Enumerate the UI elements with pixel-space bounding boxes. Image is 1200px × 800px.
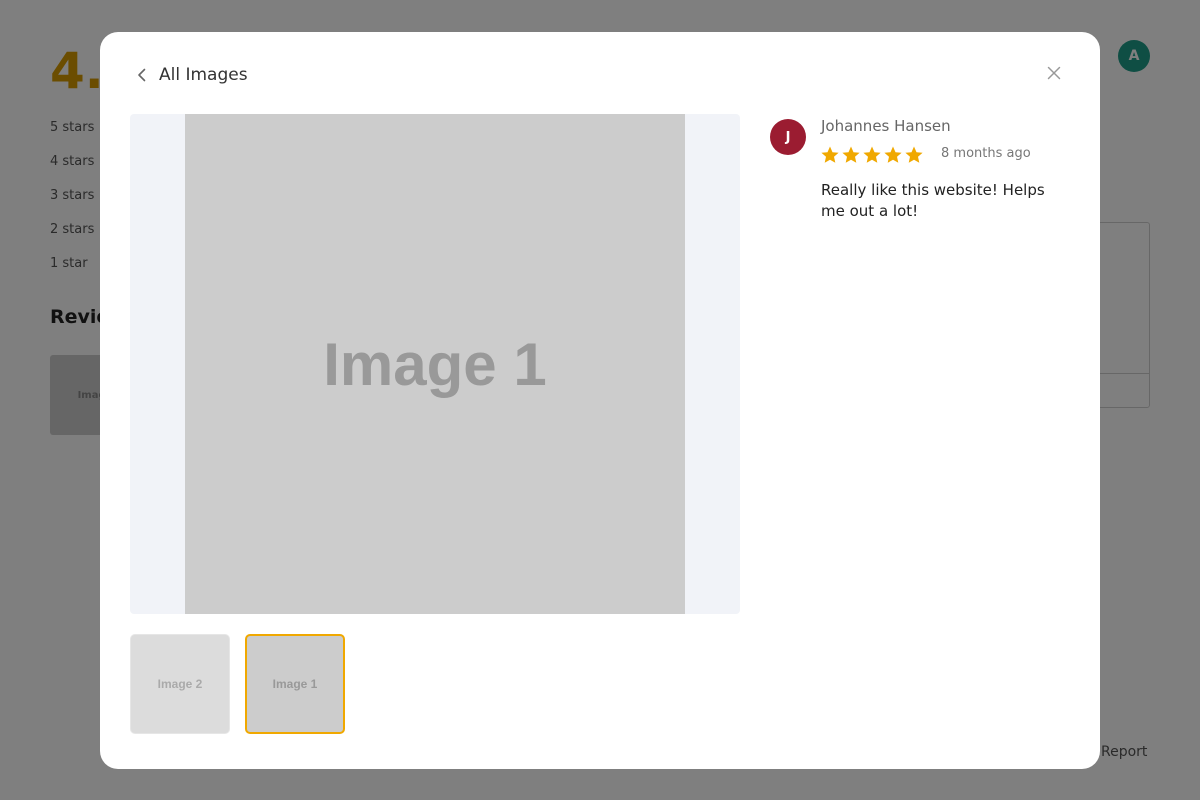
review-date: 8 months ago <box>941 146 1031 161</box>
reviewer-name: Johannes Hansen <box>821 117 951 135</box>
thumbnail-strip: Image 2 Image 1 <box>130 634 360 734</box>
star-rating <box>820 145 925 165</box>
star-icon <box>863 146 881 163</box>
thumbnail-label: Image 1 <box>272 677 318 691</box>
thumbnail-label: Image 2 <box>157 677 203 691</box>
back-button-label: All Images <box>159 65 248 85</box>
star-icon <box>884 146 902 163</box>
star-icon <box>905 146 923 163</box>
image-viewer: Image 1 <box>130 114 740 614</box>
thumbnail-image-1-selected[interactable]: Image 1 <box>245 634 345 734</box>
review-text: Really like this website! Helps me out a… <box>821 181 1045 220</box>
back-to-all-images-button[interactable]: All Images <box>134 62 248 88</box>
image-gallery-modal: All Images Image 1 Image 2 Image 1 J Joh… <box>100 32 1100 769</box>
chevron-left-icon <box>138 68 146 82</box>
main-image-label: Image 1 <box>323 330 547 398</box>
main-image: Image 1 <box>185 114 685 614</box>
star-icon <box>821 146 839 163</box>
thumbnail-image-2[interactable]: Image 2 <box>130 634 230 734</box>
star-icon <box>842 146 860 163</box>
reviewer-avatar: J <box>770 119 806 155</box>
close-icon[interactable] <box>1044 63 1064 83</box>
